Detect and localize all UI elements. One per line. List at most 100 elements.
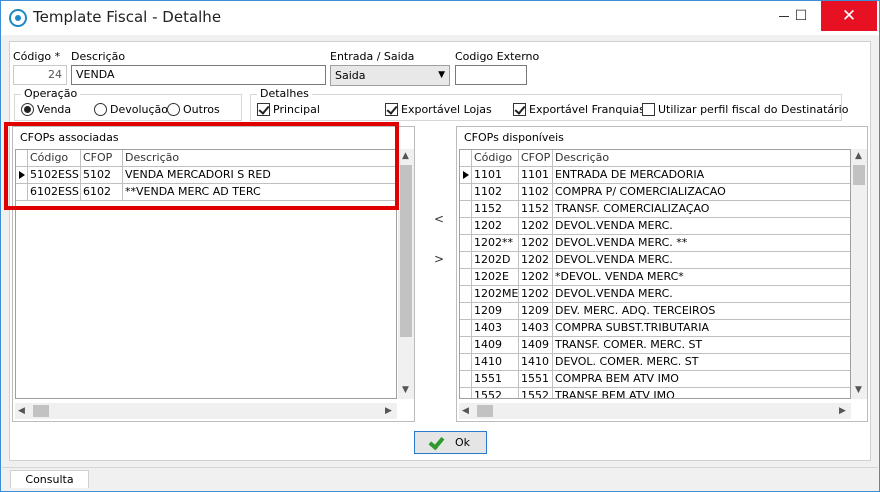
table-row[interactable]: 1202E 1202 *DEVOL. VENDA MERC* (460, 269, 850, 286)
cell-codigo: 1410 (472, 354, 519, 371)
cell-codigo: 1101 (472, 167, 519, 184)
detalhes-title: Detalhes (257, 87, 312, 100)
table-row[interactable]: 1551 1551 COMPRA BEM ATV IMO (460, 371, 850, 388)
scroll-thumb[interactable] (33, 405, 49, 417)
table-row[interactable]: 1403 1403 COMPRA SUBST.TRIBUTARIA (460, 320, 850, 337)
radio-devolucao-label: Devolução (110, 103, 169, 116)
check-principal[interactable] (257, 103, 270, 116)
grid-header: Código CFOP Descrição (460, 150, 850, 167)
tab-consulta[interactable]: Consulta (10, 470, 89, 488)
radio-devolucao[interactable] (94, 103, 107, 116)
table-row[interactable]: 1152 1152 TRANSF. COMERCIALIZAÇAO (460, 201, 850, 218)
row-indicator (460, 150, 472, 167)
scroll-up-icon[interactable]: ▲ (855, 151, 862, 161)
codigo-field[interactable]: 24 (13, 65, 67, 85)
row-indicator (460, 337, 472, 354)
status-bar: Consulta (2, 467, 878, 491)
radio-outros[interactable] (167, 103, 180, 116)
cell-descricao: TRANSF. COMER. MERC. ST (553, 337, 850, 354)
row-indicator (460, 184, 472, 201)
cfops-disponiveis-grid[interactable]: Código CFOP Descrição 1101 1101 ENTRADA … (459, 149, 851, 399)
form-area: Código * 24 Descrição VENDA Entrada / Sa… (9, 41, 871, 461)
entrada-saida-label: Entrada / Saida (330, 50, 415, 63)
ok-button[interactable]: Ok (414, 431, 487, 454)
row-indicator (460, 269, 472, 286)
cell-codigo: 1152 (472, 201, 519, 218)
scroll-down-icon[interactable]: ▼ (855, 385, 862, 395)
radio-outros-label: Outros (183, 103, 220, 116)
detalhes-group: Detalhes Principal Exportável Lojas Expo… (250, 87, 848, 121)
cell-descricao: ENTRADA DE MERCADORIA (553, 167, 850, 184)
radio-venda-label: Venda (37, 103, 72, 116)
row-indicator (460, 201, 472, 218)
row-indicator (460, 354, 472, 371)
add-button[interactable]: > (434, 252, 444, 266)
scroll-right-icon[interactable]: ▶ (839, 406, 846, 416)
scroll-thumb[interactable] (853, 165, 865, 185)
table-row[interactable]: 1552 1552 TRANSF BEM ATV IMO (460, 388, 850, 398)
window-title: Template Fiscal - Detalhe (33, 8, 222, 26)
entrada-saida-value: Saida (335, 69, 366, 82)
remove-button[interactable]: < (434, 212, 444, 226)
check-exportavel-franquias[interactable] (513, 103, 526, 116)
codigo-externo-field[interactable] (455, 65, 527, 85)
horizontal-scrollbar[interactable]: ◀ ▶ (459, 403, 851, 419)
column-header-codigo[interactable]: Código (472, 150, 519, 167)
table-row[interactable]: 1202** 1202 DEVOL.VENDA MERC. ** (460, 235, 850, 252)
scroll-left-icon[interactable]: ◀ (462, 406, 469, 416)
column-header-cfop[interactable]: CFOP (519, 150, 553, 167)
cell-codigo: 1202 (472, 218, 519, 235)
cell-cfop: 1202 (519, 269, 553, 286)
title-bar: Template Fiscal - Detalhe ☐ ✕ (1, 1, 879, 35)
cell-cfop: 1202 (519, 218, 553, 235)
cell-codigo: 1202E (472, 269, 519, 286)
check-exportavel-lojas[interactable] (385, 103, 398, 116)
horizontal-scrollbar[interactable]: ◀ ▶ (15, 403, 397, 419)
scroll-thumb[interactable] (477, 405, 493, 417)
check-perfil-destinatario[interactable] (642, 103, 655, 116)
row-indicator (460, 167, 472, 184)
row-indicator (460, 252, 472, 269)
descricao-field[interactable]: VENDA (71, 65, 326, 85)
close-button[interactable]: ✕ (821, 1, 877, 31)
cell-descricao: DEVOL.VENDA MERC. (553, 218, 850, 235)
vertical-scrollbar[interactable]: ▲ ▼ (851, 149, 867, 399)
column-header-descricao[interactable]: Descrição (553, 150, 850, 167)
table-row[interactable]: 1101 1101 ENTRADA DE MERCADORIA (460, 167, 850, 184)
entrada-saida-select[interactable]: Saida ▼ (330, 65, 450, 86)
table-row[interactable]: 1202D 1202 DEVOL.VENDA MERC. (460, 252, 850, 269)
cell-codigo: 1202** (472, 235, 519, 252)
cell-cfop: 1202 (519, 286, 553, 303)
row-indicator (460, 320, 472, 337)
cell-descricao: *DEVOL. VENDA MERC* (553, 269, 850, 286)
table-row[interactable]: 1202ME 1202 DEVOL.VENDA MERC. (460, 286, 850, 303)
annotation-highlight-box (4, 122, 399, 210)
cell-cfop: 1551 (519, 371, 553, 388)
scroll-left-icon[interactable]: ◀ (18, 406, 25, 416)
table-row[interactable]: 1410 1410 DEVOL. COMER. MERC. ST (460, 354, 850, 371)
window: Template Fiscal - Detalhe ☐ ✕ Código * 2… (0, 0, 880, 492)
current-row-pointer-icon (463, 171, 469, 179)
table-row[interactable]: 1209 1209 DEV. MERC. ADQ. TERCEIROS (460, 303, 850, 320)
cell-descricao: TRANSF BEM ATV IMO (553, 388, 850, 398)
check-exportavel-franquias-label: Exportável Franquias (529, 103, 645, 116)
scroll-down-icon[interactable]: ▼ (402, 385, 409, 395)
cell-descricao: DEVOL. COMER. MERC. ST (553, 354, 850, 371)
ok-button-label: Ok (455, 436, 471, 449)
check-principal-label: Principal (273, 103, 320, 116)
cell-cfop: 1101 (519, 167, 553, 184)
table-row[interactable]: 1202 1202 DEVOL.VENDA MERC. (460, 218, 850, 235)
scroll-right-icon[interactable]: ▶ (385, 406, 392, 416)
table-row[interactable]: 1102 1102 COMPRA P/ COMERCIALIZACAO (460, 184, 850, 201)
vertical-scrollbar[interactable]: ▲ ▼ (398, 149, 414, 399)
scroll-up-icon[interactable]: ▲ (402, 151, 409, 161)
cell-descricao: DEVOL.VENDA MERC. (553, 252, 850, 269)
maximize-button[interactable]: ☐ (787, 1, 815, 31)
table-row[interactable]: 1409 1409 TRANSF. COMER. MERC. ST (460, 337, 850, 354)
cell-cfop: 1152 (519, 201, 553, 218)
cfops-disponiveis-title: CFOPs disponíveis (464, 131, 564, 144)
scroll-thumb[interactable] (400, 165, 412, 337)
radio-venda[interactable] (21, 103, 34, 116)
cell-cfop: 1552 (519, 388, 553, 398)
descricao-label: Descrição (71, 50, 126, 63)
